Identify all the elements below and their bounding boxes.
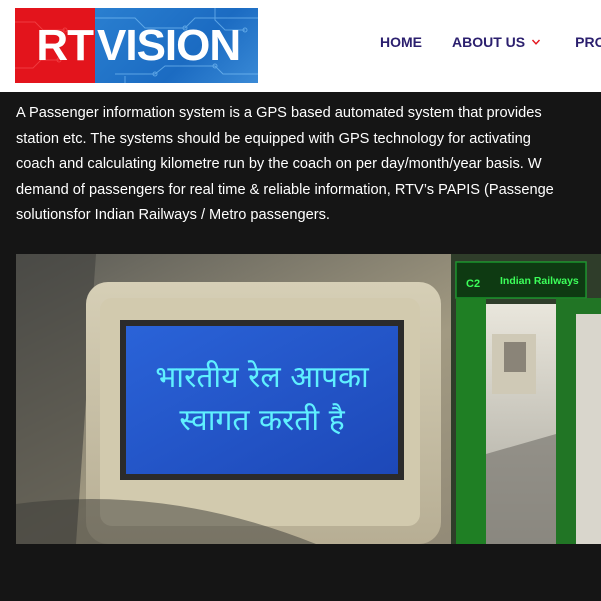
logo-red-block: RT bbox=[15, 8, 95, 83]
screen-line-2: स्वागत करती है bbox=[179, 403, 345, 438]
rtvision-logo[interactable]: RT VISION bbox=[15, 8, 258, 83]
nav-item-about-us[interactable]: ABOUT US bbox=[452, 34, 541, 50]
site-header: RT VISION HOME ABOUT US PRO bbox=[0, 0, 601, 92]
sign-code: C2 bbox=[466, 278, 480, 290]
paragraph-line: coach and calculating kilometre run by t… bbox=[16, 156, 542, 172]
nav-item-label: PRO bbox=[575, 34, 601, 50]
nav-item-label: HOME bbox=[380, 34, 422, 50]
main-nav: HOME ABOUT US PRO bbox=[380, 34, 601, 50]
nav-item-home[interactable]: HOME bbox=[380, 34, 422, 50]
paragraph-line: A Passenger information system is a GPS … bbox=[16, 105, 542, 121]
paragraph-line: station etc. The systems should be equip… bbox=[16, 130, 531, 147]
logo-text-left: RT bbox=[36, 20, 94, 70]
sign-text: Indian Railways bbox=[500, 275, 579, 287]
paragraph-line: demand of passengers for real time & rel… bbox=[16, 181, 554, 198]
screen-line-1: भारतीय रेल आपका bbox=[155, 360, 370, 395]
intro-paragraph: A Passenger information system is a GPS … bbox=[16, 101, 601, 229]
chevron-down-icon bbox=[532, 39, 541, 45]
nav-item-label: ABOUT US bbox=[452, 34, 526, 50]
passenger-display-image: C2 Indian Railways भारतीय रेल आपका स्वाग… bbox=[16, 254, 601, 544]
logo-blue-block: VISION bbox=[95, 8, 258, 83]
logo-text-right: VISION bbox=[97, 20, 241, 70]
paragraph-line: solutionsfor Indian Railways / Metro pas… bbox=[16, 207, 330, 223]
nav-item-products[interactable]: PRO bbox=[575, 34, 601, 50]
passenger-display-photo: C2 Indian Railways भारतीय रेल आपका स्वाग… bbox=[16, 254, 601, 544]
